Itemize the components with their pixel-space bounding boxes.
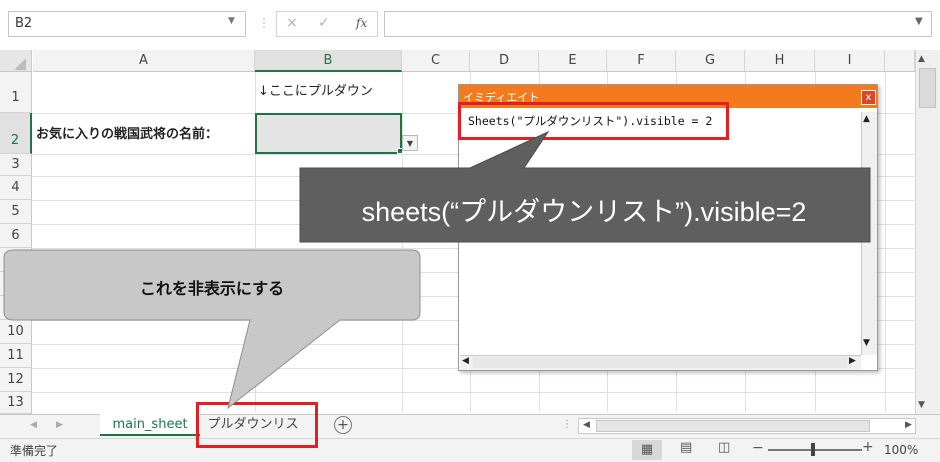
scroll-down-icon[interactable]: ▼ (863, 338, 870, 348)
tab-scroll-left-icon[interactable]: ◀ (30, 420, 37, 430)
zoom-level[interactable]: 100% (884, 443, 918, 457)
row-header-10[interactable]: 10 (0, 320, 32, 344)
zoom-out-button[interactable]: − (752, 440, 764, 456)
row-header-5[interactable]: 5 (0, 200, 32, 224)
gridline (402, 72, 403, 412)
insert-function-icon[interactable]: fx (356, 16, 367, 30)
highlight-tab-box (196, 402, 318, 448)
grid-view-icon[interactable]: ▦ (632, 440, 662, 460)
cell-b2-selected[interactable] (255, 113, 402, 154)
scroll-up-icon[interactable]: ▲ (863, 114, 870, 124)
column-header-a[interactable]: A (33, 50, 255, 72)
zoom-slider-knob[interactable] (811, 443, 815, 456)
name-box[interactable]: B2 (8, 11, 246, 37)
scroll-thumb[interactable] (919, 68, 936, 108)
status-text: 準備完了 (10, 444, 59, 458)
column-header-f[interactable]: F (607, 50, 676, 72)
separator-dots-icon: ⋮ (258, 16, 270, 30)
page-break-icon[interactable]: ◫ (718, 440, 730, 455)
column-header-next[interactable] (885, 50, 915, 72)
column-header-g[interactable]: G (676, 50, 745, 72)
column-header-e[interactable]: E (539, 50, 607, 72)
row-header-12[interactable]: 12 (0, 368, 32, 392)
row-header-4[interactable]: 4 (0, 176, 32, 200)
cancel-icon[interactable]: × (286, 15, 298, 31)
row-header-3[interactable]: 3 (0, 154, 32, 176)
row-header-13[interactable]: 13 (0, 392, 32, 414)
column-header-h[interactable]: H (745, 50, 815, 72)
select-all-icon (14, 58, 26, 70)
splitter-icon[interactable]: ⋮ (562, 419, 572, 430)
scroll-thumb[interactable] (596, 420, 870, 432)
column-header-c[interactable]: C (402, 50, 470, 72)
row-header-11[interactable]: 11 (0, 344, 32, 368)
chevron-down-icon[interactable]: ▼ (402, 135, 418, 151)
close-icon[interactable]: x (861, 90, 876, 105)
callout-code-hint: sheets(“プルダウンリスト”).visible=2 (361, 197, 807, 227)
page-layout-icon[interactable]: ▤ (680, 440, 692, 455)
plus-circle-icon[interactable]: + (334, 416, 352, 434)
column-header-b[interactable]: B (255, 50, 402, 72)
row-header-2[interactable]: 2 (0, 113, 32, 154)
scroll-left-icon[interactable]: ◀ (462, 356, 469, 366)
zoom-in-button[interactable]: + (862, 439, 874, 455)
scroll-thumb[interactable] (473, 357, 847, 368)
enter-icon[interactable]: ✓ (318, 15, 330, 31)
zoom-slider[interactable] (768, 449, 862, 451)
callout-tab-hint: これを非表示にする (139, 279, 285, 298)
column-header-i[interactable]: I (815, 50, 885, 72)
scroll-right-icon[interactable]: ▶ (905, 420, 912, 430)
scroll-down-icon[interactable]: ▼ (918, 400, 925, 410)
chevron-down-icon[interactable]: ▼ (228, 16, 235, 26)
expand-formula-icon[interactable]: ▼ (915, 16, 923, 27)
scroll-right-icon[interactable]: ▶ (849, 356, 856, 366)
column-header-d[interactable]: D (470, 50, 539, 72)
cell-b1[interactable]: ↓ここにプルダウン (258, 80, 373, 99)
scroll-left-icon[interactable]: ◀ (583, 420, 590, 430)
row-header-6[interactable]: 6 (0, 224, 32, 248)
gridline (32, 392, 914, 393)
cell-a2[interactable]: お気に入りの戦国武将の名前： (36, 123, 218, 142)
row-header-9[interactable]: 9 (0, 296, 32, 320)
scroll-up-icon[interactable]: ▲ (918, 54, 925, 64)
gridline (885, 72, 886, 412)
row-header-1[interactable]: 1 (0, 72, 32, 113)
immediate-vertical-scrollbar[interactable] (861, 112, 877, 355)
callout-light-shape (3, 249, 421, 410)
tab-scroll-right-icon[interactable]: ▶ (56, 420, 63, 430)
tab-main-sheet[interactable]: main_sheet (100, 414, 200, 436)
highlight-code-box (458, 102, 729, 140)
row-header-7[interactable]: 7 (0, 248, 32, 272)
formula-input[interactable] (384, 11, 932, 37)
